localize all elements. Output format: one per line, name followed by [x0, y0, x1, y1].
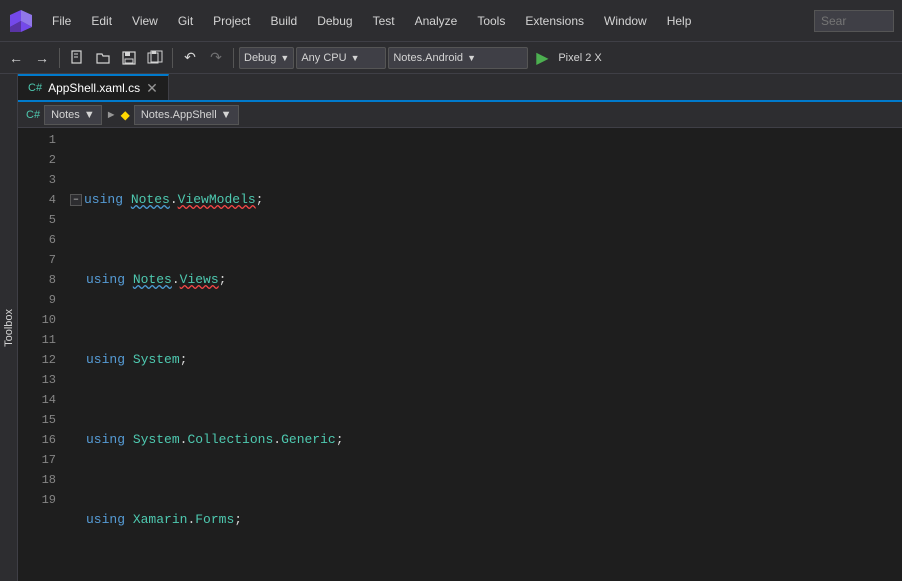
line-num-17: 17	[18, 450, 56, 470]
tab-bar: C# AppShell.xaml.cs ✕	[18, 74, 902, 102]
kw-using-5: using	[86, 510, 125, 530]
line-num-16: 16	[18, 430, 56, 450]
menu-file[interactable]: File	[44, 10, 79, 32]
config-dropdown-arrow: ▼	[280, 53, 289, 63]
nav-namespace-arrow: ▼	[84, 109, 95, 121]
toolbar-separator-1	[59, 48, 60, 68]
forward-button[interactable]: →	[30, 46, 54, 70]
menu-view[interactable]: View	[124, 10, 166, 32]
cls-system-col: System	[133, 430, 180, 450]
platform-dropdown[interactable]: Any CPU ▼	[296, 47, 386, 69]
line-num-15: 15	[18, 410, 56, 430]
line-num-8: 8	[18, 270, 56, 290]
open-file-button[interactable]	[91, 46, 115, 70]
platform-dropdown-arrow: ▼	[351, 53, 360, 63]
menu-edit[interactable]: Edit	[83, 10, 120, 32]
cls-collections: Collections	[187, 430, 273, 450]
nav-cs-icon: C#	[26, 109, 40, 121]
menu-test[interactable]: Test	[365, 10, 403, 32]
tab-appshell-xaml-cs[interactable]: C# AppShell.xaml.cs ✕	[18, 74, 169, 100]
toolbox-sidebar[interactable]: Toolbox	[0, 74, 18, 581]
line-num-14: 14	[18, 390, 56, 410]
line-num-3: 3	[18, 170, 56, 190]
line-numbers: 1 2 3 4 5 6 7 8 9 10 11 12 13 14 15 16 1…	[18, 128, 66, 581]
menu-debug[interactable]: Debug	[309, 10, 360, 32]
nav-class-label: Notes.AppShell	[141, 109, 217, 121]
line-num-10: 10	[18, 310, 56, 330]
cls-xamarin: Xamarin	[133, 510, 188, 530]
nav-separator: ►	[106, 109, 117, 121]
menu-build[interactable]: Build	[263, 10, 306, 32]
line-num-1: 1	[18, 130, 56, 150]
search-input[interactable]	[821, 14, 881, 28]
line-num-11: 11	[18, 330, 56, 350]
menu-project[interactable]: Project	[205, 10, 258, 32]
line-num-5: 5	[18, 210, 56, 230]
toolbar: ← → ↶ ↷ Debug ▼ Any CPU ▼ Notes.Android …	[0, 42, 902, 74]
code-line-5: using Xamarin . Forms ;	[70, 510, 902, 530]
new-file-button[interactable]	[65, 46, 89, 70]
device-label: Pixel 2 X	[558, 52, 601, 64]
menu-tools[interactable]: Tools	[469, 10, 513, 32]
nav-namespace-dropdown[interactable]: Notes ▼	[44, 105, 102, 125]
tab-label: AppShell.xaml.cs	[48, 81, 140, 95]
global-search-box[interactable]	[814, 10, 894, 32]
code-line-4: using System . Collections . Generic ;	[70, 430, 902, 450]
nav-class-dropdown[interactable]: Notes.AppShell ▼	[134, 105, 239, 125]
undo-button[interactable]: ↶	[178, 46, 202, 70]
toolbar-separator-3	[233, 48, 234, 68]
menu-extensions[interactable]: Extensions	[517, 10, 592, 32]
save-all-button[interactable]	[143, 46, 167, 70]
code-editor[interactable]: 1 2 3 4 5 6 7 8 9 10 11 12 13 14 15 16 1…	[18, 128, 902, 581]
nav-class-icon: ◆	[121, 108, 130, 122]
kw-using-2: using	[86, 270, 125, 290]
line-num-4: 4	[18, 190, 56, 210]
titlebar: File Edit View Git Project Build Debug T…	[0, 0, 902, 42]
cls-generic: Generic	[281, 430, 336, 450]
save-button[interactable]	[117, 46, 141, 70]
line-num-19: 19	[18, 490, 56, 510]
menu-help[interactable]: Help	[659, 10, 700, 32]
nav-namespace-label: Notes	[51, 109, 80, 121]
toolbox-label: Toolbox	[3, 309, 15, 347]
nav-bar: C# Notes ▼ ► ◆ Notes.AppShell ▼	[18, 102, 902, 128]
cls-forms: Forms	[195, 510, 234, 530]
main-layout: Toolbox C# AppShell.xaml.cs ✕ C# Notes ▼…	[0, 74, 902, 581]
code-content[interactable]: − using Notes . ViewModels ; using Notes…	[66, 128, 902, 581]
kw-using-3: using	[86, 350, 125, 370]
code-line-2: using Notes . Views ;	[70, 270, 902, 290]
code-line-1: − using Notes . ViewModels ;	[70, 190, 902, 210]
line-num-6: 6	[18, 230, 56, 250]
menu-analyze[interactable]: Analyze	[407, 10, 466, 32]
line-num-2: 2	[18, 150, 56, 170]
tab-close-button[interactable]: ✕	[146, 81, 158, 95]
nav-class-arrow: ▼	[221, 109, 232, 121]
vs-logo-icon	[8, 8, 34, 34]
kw-using-4: using	[86, 430, 125, 450]
build-config-dropdown[interactable]: Debug ▼	[239, 47, 294, 69]
line-num-9: 9	[18, 290, 56, 310]
line-num-7: 7	[18, 250, 56, 270]
kw-using-1: using	[84, 190, 123, 210]
collapse-1[interactable]: −	[70, 194, 82, 206]
menu-window[interactable]: Window	[596, 10, 655, 32]
redo-button[interactable]: ↷	[204, 46, 228, 70]
ns-notes-1: Notes	[131, 190, 170, 210]
ns-notes-2: Notes	[133, 270, 172, 290]
toolbar-separator-2	[172, 48, 173, 68]
cls-viewmodels: ViewModels	[178, 190, 256, 210]
code-line-3: using System ;	[70, 350, 902, 370]
menu-git[interactable]: Git	[170, 10, 201, 32]
project-dropdown[interactable]: Notes.Android ▼	[388, 47, 528, 69]
editor-area: C# AppShell.xaml.cs ✕ C# Notes ▼ ► ◆ Not…	[18, 74, 902, 581]
line-num-18: 18	[18, 470, 56, 490]
line-num-12: 12	[18, 350, 56, 370]
project-dropdown-arrow: ▼	[467, 53, 476, 63]
tab-icon: C#	[28, 82, 42, 94]
run-button[interactable]: ▶	[530, 46, 554, 70]
cls-views: Views	[180, 270, 219, 290]
back-button[interactable]: ←	[4, 46, 28, 70]
cls-system: System	[133, 350, 180, 370]
line-num-13: 13	[18, 370, 56, 390]
